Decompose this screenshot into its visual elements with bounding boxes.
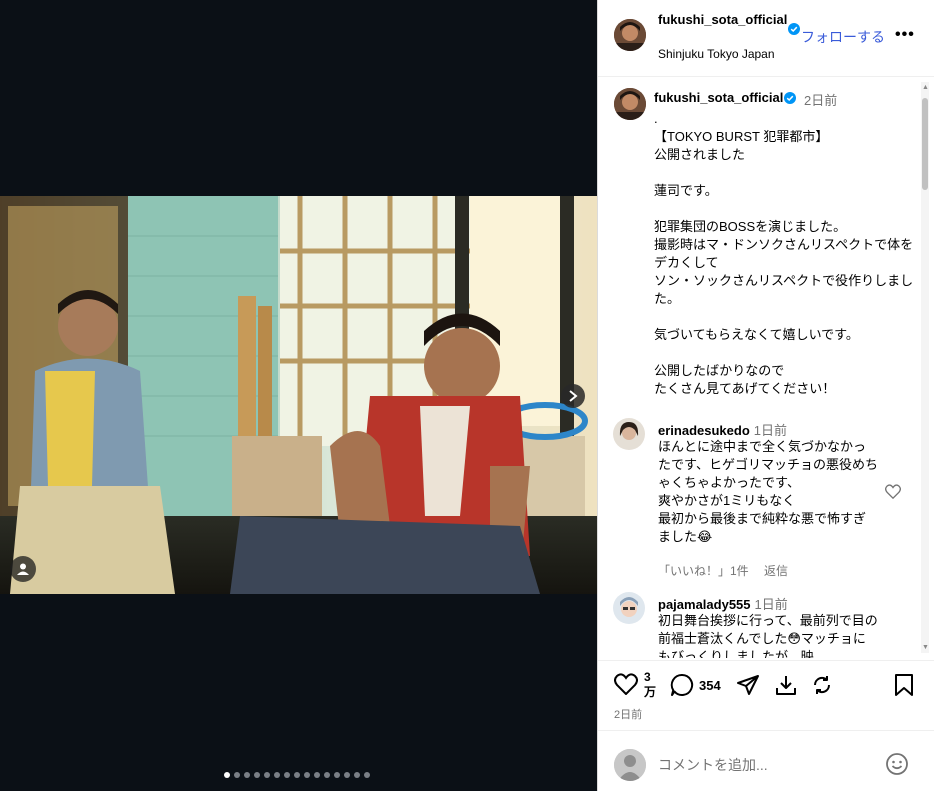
comment-timestamp[interactable]: 1日前 <box>755 597 788 612</box>
verified-badge-icon <box>788 22 800 35</box>
share-button[interactable] <box>736 673 760 702</box>
scrollbar[interactable]: ▲ ▼ <box>921 82 929 653</box>
media-pane <box>0 0 597 791</box>
carousel-dot[interactable] <box>244 772 250 778</box>
avatar-image <box>614 19 646 51</box>
send-icon <box>737 675 759 695</box>
action-bar: 3万 354 2日前 <box>598 660 934 730</box>
author-avatar[interactable] <box>614 19 646 51</box>
carousel-dot[interactable] <box>254 772 260 778</box>
verified-badge-icon <box>784 91 796 104</box>
heart-icon <box>614 673 638 696</box>
commenter-username-text[interactable]: pajamalady555 <box>658 597 751 612</box>
carousel-dot[interactable] <box>304 772 310 778</box>
caption-username[interactable]: fukushi_sota_official <box>654 90 783 105</box>
scrollbar-thumb[interactable] <box>922 98 928 190</box>
avatar-image <box>614 88 646 120</box>
download-icon <box>776 676 796 695</box>
author-username[interactable]: fukushi_sota_official <box>658 11 788 28</box>
default-avatar-icon <box>614 749 646 781</box>
avatar-image <box>613 592 645 624</box>
emoji-icon <box>886 753 908 775</box>
download-button[interactable] <box>774 673 798 702</box>
caption-author-avatar[interactable] <box>614 88 646 120</box>
comments-scroll-area[interactable]: fukushi_sota_official 2日前 . 【TOKYO BURST… <box>598 78 934 658</box>
repost-icon <box>813 676 831 694</box>
commenter-username[interactable]: erinadesukedo 1日前 <box>658 420 787 439</box>
comment-meta: 「いいね！」1件 返信 <box>658 562 800 579</box>
caption-timestamp[interactable]: 2日前 <box>804 90 837 109</box>
add-comment-bar <box>598 730 934 791</box>
follow-button[interactable]: フォローする <box>801 27 885 47</box>
carousel-dot[interactable] <box>264 772 270 778</box>
save-button[interactable] <box>893 673 915 702</box>
carousel-dot[interactable] <box>344 772 350 778</box>
comment-likes-count[interactable]: 「いいね！」1件 <box>658 564 749 578</box>
commenter-avatar[interactable] <box>613 418 645 450</box>
post-timestamp[interactable]: 2日前 <box>614 706 642 722</box>
caption-text: . 【TOKYO BURST 犯罪都市】 公開されました 蓮司です。 犯罪集団の… <box>654 111 914 396</box>
comment-input[interactable] <box>658 753 878 777</box>
like-count[interactable]: 3万 <box>644 670 658 700</box>
photo-illustration <box>0 196 597 594</box>
carousel-dot[interactable] <box>364 772 370 778</box>
post-photo[interactable] <box>0 196 597 594</box>
carousel-dot[interactable] <box>274 772 280 778</box>
post-side-panel: fukushi_sota_official フォローする ••• Shinjuk… <box>597 0 934 791</box>
post-header: fukushi_sota_official フォローする ••• Shinjuk… <box>598 0 934 77</box>
next-slide-button[interactable] <box>561 384 585 408</box>
carousel-indicator <box>224 772 370 778</box>
scroll-up-icon[interactable]: ▲ <box>922 84 929 91</box>
carousel-dot[interactable] <box>234 772 240 778</box>
heart-icon <box>885 484 901 500</box>
comment-count[interactable]: 354 <box>699 678 721 693</box>
commenter-username[interactable]: pajamalady555 1日前 <box>658 594 788 613</box>
carousel-dot[interactable] <box>294 772 300 778</box>
bookmark-icon <box>895 674 913 696</box>
commenter-avatar[interactable] <box>613 592 645 624</box>
carousel-dot[interactable] <box>324 772 330 778</box>
emoji-button[interactable] <box>885 752 909 781</box>
location-link[interactable]: Shinjuku Tokyo Japan <box>658 47 775 61</box>
chevron-right-icon <box>569 390 578 402</box>
reply-button[interactable]: 返信 <box>764 564 788 578</box>
comment-timestamp[interactable]: 1日前 <box>754 423 787 438</box>
carousel-dot[interactable] <box>354 772 360 778</box>
scroll-down-icon[interactable]: ▼ <box>922 644 929 651</box>
user-tag-icon <box>17 563 29 575</box>
comment-like-button[interactable] <box>885 484 901 504</box>
commenter-username-text[interactable]: erinadesukedo <box>658 423 750 438</box>
carousel-dot[interactable] <box>314 772 320 778</box>
more-options-icon[interactable]: ••• <box>895 26 915 44</box>
comment-button[interactable] <box>670 673 694 702</box>
carousel-dot[interactable] <box>284 772 290 778</box>
post-viewer: fukushi_sota_official フォローする ••• Shinjuk… <box>0 0 934 791</box>
tagged-users-button[interactable] <box>10 556 36 582</box>
comment-text: ほんとに途中まで全く気づかなかったです、ヒゲゴリマッチョの悪役めちゃくちゃよかっ… <box>658 439 878 544</box>
comment-text: 初日舞台挨拶に行って、最前列で目の前福士蒼汰くんでした😳マッチョにもびっくりしま… <box>658 613 878 658</box>
comment-icon <box>670 673 694 696</box>
carousel-dot[interactable] <box>224 772 230 778</box>
repost-button[interactable] <box>810 673 834 702</box>
carousel-dot[interactable] <box>334 772 340 778</box>
current-user-avatar <box>614 749 646 781</box>
like-button[interactable] <box>614 673 638 700</box>
avatar-image <box>613 418 645 450</box>
